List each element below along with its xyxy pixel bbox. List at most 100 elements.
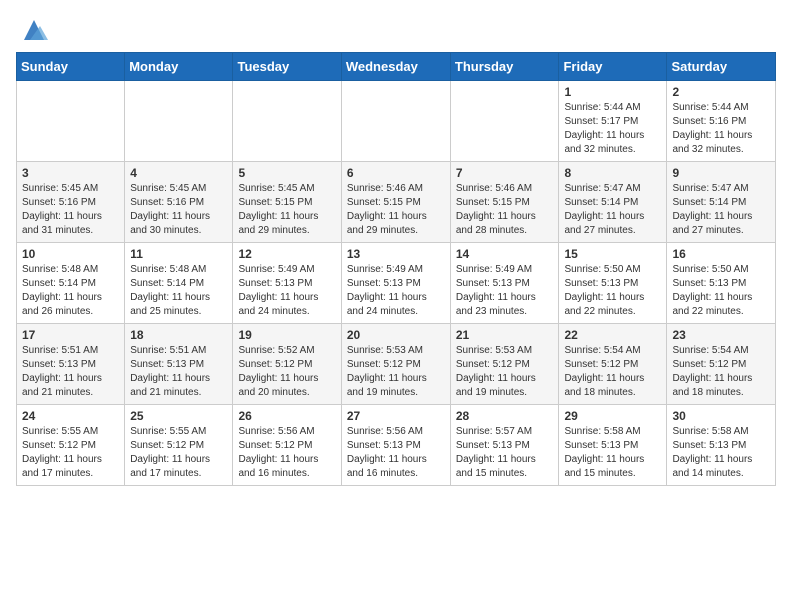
calendar-cell: 21 Sunrise: 5:53 AM Sunset: 5:12 PM Dayli… xyxy=(450,324,559,405)
calendar-table: SundayMondayTuesdayWednesdayThursdayFrid… xyxy=(16,52,776,486)
day-number: 8 xyxy=(564,166,661,180)
page-header xyxy=(16,16,776,44)
day-number: 11 xyxy=(130,247,227,261)
day-info: Sunrise: 5:44 AM Sunset: 5:16 PM Dayligh… xyxy=(672,101,770,157)
day-number: 3 xyxy=(22,166,119,180)
day-info: Sunrise: 5:58 AM Sunset: 5:13 PM Dayligh… xyxy=(672,425,770,481)
day-info: Sunrise: 5:47 AM Sunset: 5:14 PM Dayligh… xyxy=(564,182,661,238)
calendar-week-row: 24 Sunrise: 5:55 AM Sunset: 5:12 PM Dayli… xyxy=(17,405,776,486)
day-number: 27 xyxy=(347,409,445,423)
logo-icon xyxy=(20,16,48,44)
calendar-cell: 2 Sunrise: 5:44 AM Sunset: 5:16 PM Daylig… xyxy=(667,81,776,162)
day-number: 30 xyxy=(672,409,770,423)
calendar-cell: 30 Sunrise: 5:58 AM Sunset: 5:13 PM Dayli… xyxy=(667,405,776,486)
calendar-cell: 3Sunrise: 5:45 AM Sunset: 5:16 PM Daylig… xyxy=(17,162,125,243)
day-number: 20 xyxy=(347,328,445,342)
calendar-cell: 7 Sunrise: 5:46 AM Sunset: 5:15 PM Daylig… xyxy=(450,162,559,243)
calendar-cell: 8 Sunrise: 5:47 AM Sunset: 5:14 PM Daylig… xyxy=(559,162,667,243)
calendar-cell: 18 Sunrise: 5:51 AM Sunset: 5:13 PM Dayli… xyxy=(125,324,233,405)
calendar-cell: 12Sunrise: 5:49 AM Sunset: 5:13 PM Dayli… xyxy=(233,243,341,324)
day-number: 10 xyxy=(22,247,119,261)
day-info: Sunrise: 5:48 AM Sunset: 5:14 PM Dayligh… xyxy=(130,263,227,319)
weekday-header: Thursday xyxy=(450,53,559,81)
day-info: Sunrise: 5:47 AM Sunset: 5:14 PM Dayligh… xyxy=(672,182,770,238)
day-number: 23 xyxy=(672,328,770,342)
day-number: 15 xyxy=(564,247,661,261)
day-info: Sunrise: 5:54 AM Sunset: 5:12 PM Dayligh… xyxy=(672,344,770,400)
day-number: 2 xyxy=(672,85,770,99)
day-info: Sunrise: 5:45 AM Sunset: 5:16 PM Dayligh… xyxy=(130,182,227,238)
calendar-cell: 17 Sunrise: 5:51 AM Sunset: 5:13 PM Dayli… xyxy=(17,324,125,405)
calendar-cell: 24 Sunrise: 5:55 AM Sunset: 5:12 PM Dayli… xyxy=(17,405,125,486)
calendar-week-row: 3 Sunrise: 5:45 AM Sunset: 5:16 PM Daylig… xyxy=(17,162,776,243)
calendar-cell xyxy=(233,81,341,162)
weekday-header: Wednesday xyxy=(341,53,450,81)
day-number: 13 xyxy=(347,247,445,261)
day-info: Sunrise: 5:56 AM Sunset: 5:13 PM Dayligh… xyxy=(347,425,445,481)
calendar-cell: 22 Sunrise: 5:54 AM Sunset: 5:12 PM Dayli… xyxy=(559,324,667,405)
calendar-cell: 14Sunrise: 5:49 AM Sunset: 5:13 PM Dayli… xyxy=(450,243,559,324)
calendar-cell: 27 Sunrise: 5:56 AM Sunset: 5:13 PM Dayli… xyxy=(341,405,450,486)
day-info: Sunrise: 5:55 AM Sunset: 5:12 PM Dayligh… xyxy=(130,425,227,481)
day-info: Sunrise: 5:49 AM Sunset: 5:13 PM Dayligh… xyxy=(238,263,335,319)
day-info: Sunrise: 5:48 AM Sunset: 5:14 PM Dayligh… xyxy=(22,263,119,319)
calendar-cell xyxy=(125,81,233,162)
day-info: Sunrise: 5:45 AM Sunset: 5:15 PM Dayligh… xyxy=(238,182,335,238)
day-number: 5 xyxy=(238,166,335,180)
weekday-header: Monday xyxy=(125,53,233,81)
day-number: 6 xyxy=(347,166,445,180)
calendar-cell xyxy=(341,81,450,162)
day-info: Sunrise: 5:53 AM Sunset: 5:12 PM Dayligh… xyxy=(347,344,445,400)
calendar-cell: 9Sunrise: 5:47 AM Sunset: 5:14 PM Daylig… xyxy=(667,162,776,243)
weekday-header: Saturday xyxy=(667,53,776,81)
day-number: 4 xyxy=(130,166,227,180)
day-number: 19 xyxy=(238,328,335,342)
day-info: Sunrise: 5:46 AM Sunset: 5:15 PM Dayligh… xyxy=(347,182,445,238)
day-info: Sunrise: 5:50 AM Sunset: 5:13 PM Dayligh… xyxy=(672,263,770,319)
day-number: 16 xyxy=(672,247,770,261)
day-number: 1 xyxy=(564,85,661,99)
calendar-cell: 19 Sunrise: 5:52 AM Sunset: 5:12 PM Dayli… xyxy=(233,324,341,405)
calendar-cell: 26Sunrise: 5:56 AM Sunset: 5:12 PM Dayli… xyxy=(233,405,341,486)
day-info: Sunrise: 5:57 AM Sunset: 5:13 PM Dayligh… xyxy=(456,425,554,481)
day-info: Sunrise: 5:50 AM Sunset: 5:13 PM Dayligh… xyxy=(564,263,661,319)
day-number: 21 xyxy=(456,328,554,342)
day-number: 24 xyxy=(22,409,119,423)
calendar-cell: 16 Sunrise: 5:50 AM Sunset: 5:13 PM Dayli… xyxy=(667,243,776,324)
calendar-cell: 5 Sunrise: 5:45 AM Sunset: 5:15 PM Daylig… xyxy=(233,162,341,243)
day-info: Sunrise: 5:52 AM Sunset: 5:12 PM Dayligh… xyxy=(238,344,335,400)
weekday-header: Sunday xyxy=(17,53,125,81)
day-number: 29 xyxy=(564,409,661,423)
day-info: Sunrise: 5:54 AM Sunset: 5:12 PM Dayligh… xyxy=(564,344,661,400)
day-info: Sunrise: 5:58 AM Sunset: 5:13 PM Dayligh… xyxy=(564,425,661,481)
day-number: 26 xyxy=(238,409,335,423)
day-info: Sunrise: 5:46 AM Sunset: 5:15 PM Dayligh… xyxy=(456,182,554,238)
calendar-cell: 20 Sunrise: 5:53 AM Sunset: 5:12 PM Dayli… xyxy=(341,324,450,405)
logo xyxy=(16,16,48,44)
day-info: Sunrise: 5:53 AM Sunset: 5:12 PM Dayligh… xyxy=(456,344,554,400)
day-info: Sunrise: 5:55 AM Sunset: 5:12 PM Dayligh… xyxy=(22,425,119,481)
calendar-cell xyxy=(450,81,559,162)
day-number: 17 xyxy=(22,328,119,342)
day-info: Sunrise: 5:51 AM Sunset: 5:13 PM Dayligh… xyxy=(130,344,227,400)
day-number: 22 xyxy=(564,328,661,342)
calendar-week-row: 17 Sunrise: 5:51 AM Sunset: 5:13 PM Dayli… xyxy=(17,324,776,405)
calendar-cell: 11 Sunrise: 5:48 AM Sunset: 5:14 PM Dayli… xyxy=(125,243,233,324)
calendar-cell: 1Sunrise: 5:44 AM Sunset: 5:17 PM Daylig… xyxy=(559,81,667,162)
calendar-cell: 28 Sunrise: 5:57 AM Sunset: 5:13 PM Dayli… xyxy=(450,405,559,486)
day-number: 7 xyxy=(456,166,554,180)
day-number: 28 xyxy=(456,409,554,423)
calendar-cell: 6 Sunrise: 5:46 AM Sunset: 5:15 PM Daylig… xyxy=(341,162,450,243)
day-info: Sunrise: 5:49 AM Sunset: 5:13 PM Dayligh… xyxy=(456,263,554,319)
calendar-cell: 15 Sunrise: 5:50 AM Sunset: 5:13 PM Dayli… xyxy=(559,243,667,324)
calendar-cell xyxy=(17,81,125,162)
day-info: Sunrise: 5:51 AM Sunset: 5:13 PM Dayligh… xyxy=(22,344,119,400)
weekday-header: Tuesday xyxy=(233,53,341,81)
calendar-cell: 25 Sunrise: 5:55 AM Sunset: 5:12 PM Dayli… xyxy=(125,405,233,486)
calendar-week-row: 1Sunrise: 5:44 AM Sunset: 5:17 PM Daylig… xyxy=(17,81,776,162)
calendar-cell: 10 Sunrise: 5:48 AM Sunset: 5:14 PM Dayli… xyxy=(17,243,125,324)
calendar-cell: 23 Sunrise: 5:54 AM Sunset: 5:12 PM Dayli… xyxy=(667,324,776,405)
day-number: 18 xyxy=(130,328,227,342)
calendar-header-row: SundayMondayTuesdayWednesdayThursdayFrid… xyxy=(17,53,776,81)
day-number: 25 xyxy=(130,409,227,423)
